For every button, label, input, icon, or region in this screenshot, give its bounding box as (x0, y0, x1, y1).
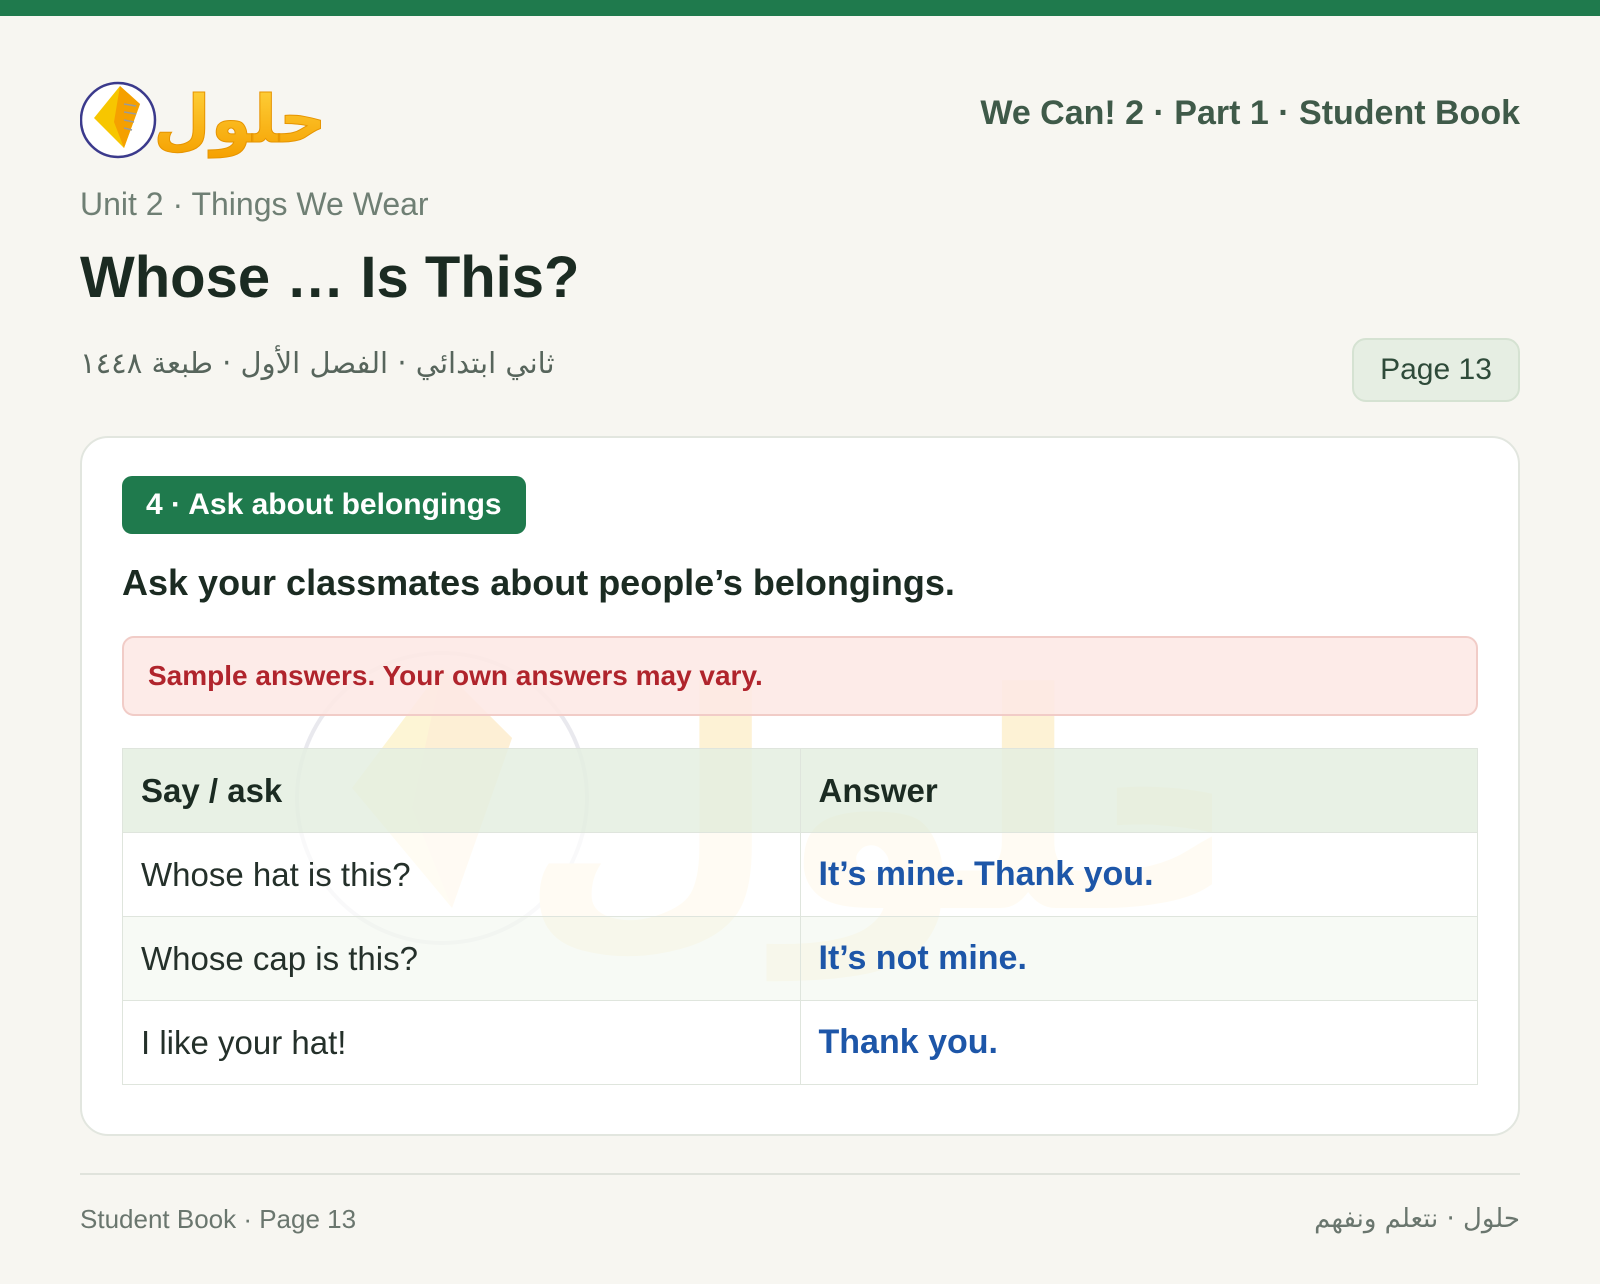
table-row: I like your hat! Thank you. (122, 1000, 1478, 1085)
answer-cell: It’s not mine. (799, 916, 1478, 1001)
section-label: 4 · Ask about belongings (122, 476, 526, 534)
brand-logo: حلول (79, 66, 340, 166)
answer-cell: Thank you. (799, 1000, 1478, 1085)
arabic-subtitle: ثاني ابتدائي · الفصل الأول · طبعة ١٤٤٨ (80, 346, 555, 380)
sample-answers-note: Sample answers. Your own answers may var… (122, 636, 1478, 716)
book-title: We Can! 2 · Part 1 · Student Book (980, 94, 1520, 132)
svg-text:حلول: حلول (153, 81, 326, 159)
page-number-badge: Page 13 (1352, 338, 1520, 402)
footer-page-label: Student Book · Page 13 (80, 1204, 357, 1234)
exercise-card: حلول 4 · Ask about belongings Ask your c… (80, 436, 1520, 1136)
table-row: Whose hat is this? It’s mine. Thank you. (122, 832, 1478, 917)
page: حلول We Can! 2 · Part 1 · Student Book U… (79, 0, 1520, 1284)
note-text: Sample answers. Your own answers may var… (148, 660, 763, 691)
column-header-ask: Say / ask (122, 748, 801, 833)
column-header-answer: Answer (799, 748, 1478, 833)
unit-label: Unit 2 · Things We Wear (80, 186, 429, 222)
table-row: Whose cap is this? It’s not mine. (122, 916, 1478, 1001)
logo-icon: حلول (79, 81, 327, 160)
ask-cell: I like your hat! (122, 1000, 801, 1085)
footer-divider (80, 1173, 1520, 1175)
answer-cell: It’s mine. Thank you. (799, 832, 1478, 917)
answers-table: Say / ask Answer Whose hat is this? It’s… (122, 748, 1478, 1085)
instruction-text: Ask your classmates about people’s belon… (122, 562, 955, 603)
ask-cell: Whose cap is this? (122, 916, 801, 1001)
page-title: Whose … Is This? (80, 245, 580, 310)
ask-cell: Whose hat is this? (122, 832, 801, 917)
footer-brand-tagline: حلول · نتعلم ونفهم (1314, 1204, 1520, 1234)
table-header-row: Say / ask Answer (122, 748, 1478, 833)
